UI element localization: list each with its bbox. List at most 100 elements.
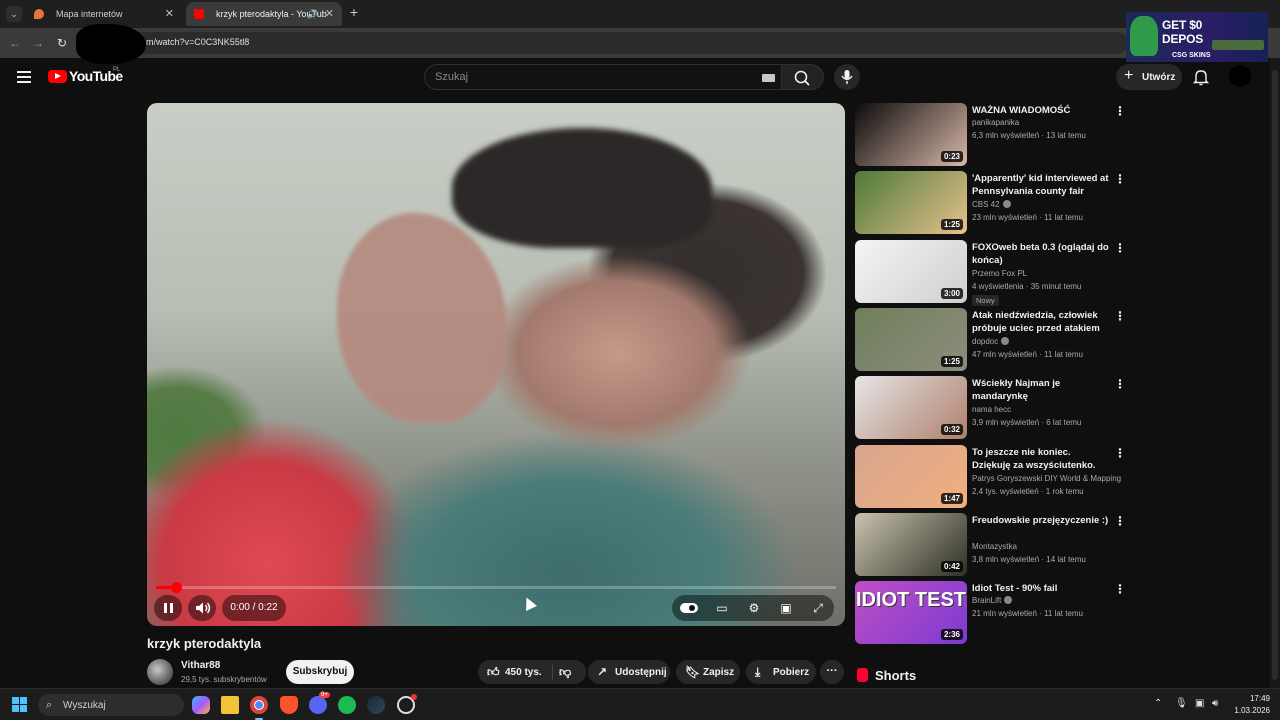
ad-banner[interactable]: GET $0 DEPOS CSG SKINS (1126, 12, 1268, 62)
video-title[interactable]: Freudowskie przejęzyczenie :) (972, 514, 1110, 527)
subtitles-icon[interactable]: ▭ (714, 601, 730, 615)
channel-name[interactable]: panikapanika (972, 118, 1019, 127)
download-button[interactable]: ⤓ Pobierz (746, 660, 816, 684)
volume-tray-icon[interactable]: 🔊︎ (1212, 698, 1218, 709)
channel-name[interactable]: CBS 42 (972, 200, 1011, 209)
video-title[interactable]: Wściekły Najman je mandarynkę (972, 377, 1110, 403)
video-thumbnail[interactable]: 0:32 (855, 376, 967, 439)
video-thumbnail[interactable]: 0:23 (855, 103, 967, 166)
voice-search-button[interactable] (834, 64, 860, 90)
more-options-icon[interactable]: ⋮ (1114, 515, 1126, 527)
chrome-icon[interactable] (250, 696, 268, 720)
url-text[interactable]: m/watch?v=C0C3NK55tl8 (146, 37, 249, 47)
recommended-video[interactable]: 1:47 To jeszcze nie koniec. Dziękuję za w… (855, 445, 1126, 509)
thumbs-down-icon[interactable]: 👎︎ (559, 664, 571, 680)
file-explorer-icon[interactable] (221, 696, 239, 714)
video-thumbnail[interactable]: 1:25 (855, 308, 967, 371)
page-scrollbar[interactable] (1270, 58, 1280, 688)
theater-mode-icon[interactable]: ▣ (778, 601, 794, 615)
channel-name[interactable]: Montazystka (972, 542, 1017, 551)
recommended-video[interactable]: 0:23 WAŻNA WIADOMOŚĆ panikapanika 6,3 mln w… (855, 103, 1126, 167)
search-input[interactable]: Szukaj (424, 64, 782, 90)
taskbar-search[interactable]: ⌕ Wyszukaj (38, 694, 184, 716)
new-tab-button[interactable]: + (346, 4, 362, 20)
map-pin-icon (34, 9, 44, 19)
youtube-logo-icon[interactable] (48, 70, 67, 83)
pause-button[interactable] (154, 595, 182, 621)
recommended-video[interactable]: 1:25 'Apparently' kid interviewed at Penn… (855, 171, 1126, 235)
microphone-tray-icon[interactable]: 🎙︎ (1175, 698, 1188, 709)
close-tab-icon[interactable]: ✕ (165, 2, 174, 26)
video-title[interactable]: 'Apparently' kid interviewed at Pennsylv… (972, 172, 1110, 198)
app-icon[interactable] (397, 694, 417, 714)
windows-start-icon[interactable] (12, 697, 28, 713)
more-options-icon[interactable]: ⋮ (1114, 105, 1126, 117)
video-thumbnail[interactable]: 1:25 (855, 171, 967, 234)
menu-icon[interactable] (17, 71, 31, 83)
reload-icon[interactable]: ↻ (53, 34, 71, 52)
tab-youtube[interactable]: krzyk pterodaktyla - YouTub 🔊 ✕ (186, 2, 342, 26)
channel-name[interactable]: nama hecc (972, 405, 1011, 414)
scrollbar-thumb[interactable] (1272, 70, 1278, 680)
video-thumbnail[interactable]: 0:42 (855, 513, 967, 576)
more-options-icon[interactable]: ⋮ (1114, 583, 1126, 595)
video-title[interactable]: FOXOweb beta 0.3 (oglądaj do końca) (972, 241, 1110, 267)
steam-icon[interactable] (367, 696, 385, 714)
autoplay-toggle[interactable] (680, 603, 698, 613)
more-options-icon[interactable]: ⋮ (1114, 447, 1126, 459)
account-avatar[interactable] (1229, 65, 1251, 87)
system-clock[interactable]: 17:49 1.03.2026 (1230, 693, 1270, 717)
thumbs-up-icon[interactable]: 👍︎ (487, 664, 500, 680)
channel-name[interactable]: Vithar88 (181, 660, 220, 671)
like-count[interactable]: 450 tys. (505, 667, 542, 678)
subscribe-button[interactable]: Subskrybuj (286, 660, 354, 684)
discord-icon[interactable]: 9+ (309, 692, 330, 714)
video-title[interactable]: Atak niedźwiedzia, człowiek próbuje ucie… (972, 309, 1110, 335)
video-thumbnail[interactable]: 3:00 (855, 240, 967, 303)
recommended-video[interactable]: 0:32 Wściekły Najman je mandarynkę nama he… (855, 376, 1126, 440)
video-thumbnail[interactable]: 1:47 (855, 445, 967, 508)
video-player[interactable]: 0:00 / 0:22 ▭ ⚙ ▣ ⤢ (147, 103, 845, 626)
channel-name[interactable]: Przemo Fox PL (972, 269, 1027, 278)
back-icon[interactable]: ← (6, 34, 24, 52)
volume-button[interactable] (188, 595, 216, 621)
fullscreen-icon[interactable]: ⤢ (810, 601, 826, 615)
video-thumbnail[interactable]: IDIOT TEST 2:36 (855, 581, 967, 644)
share-button[interactable]: ↗ Udostępnij (588, 660, 670, 684)
progress-scrubber[interactable] (171, 582, 182, 593)
speaker-icon[interactable]: 🔊 (307, 2, 318, 26)
more-options-icon[interactable]: ⋮ (1114, 173, 1126, 185)
channel-name[interactable]: Patrys Goryszewski DIY World & Mapping (972, 474, 1121, 483)
settings-gear-icon[interactable]: ⚙ (746, 601, 762, 615)
close-tab-icon[interactable]: ✕ (325, 2, 334, 26)
more-actions-button[interactable]: ··· (820, 660, 844, 684)
more-options-icon[interactable]: ⋮ (1114, 310, 1126, 322)
tab-search-button[interactable]: ⌄ (6, 6, 22, 22)
tab-mapa[interactable]: Mapa internetów ✕ (26, 2, 182, 26)
recommended-video[interactable]: IDIOT TEST 2:36 Idiot Test - 90% fail Brain… (855, 581, 1126, 645)
recommended-video[interactable]: 1:25 Atak niedźwiedzia, człowiek próbuje … (855, 308, 1126, 372)
copilot-icon[interactable] (192, 696, 210, 714)
forward-icon[interactable]: → (29, 34, 47, 52)
spotify-icon[interactable] (338, 696, 356, 714)
keyboard-icon[interactable] (762, 74, 775, 82)
channel-name[interactable]: BrainLift (972, 596, 1013, 605)
channel-avatar[interactable] (147, 659, 173, 685)
shorts-section-title[interactable]: Shorts (857, 668, 916, 683)
video-title[interactable]: WAŻNA WIADOMOŚĆ (972, 104, 1110, 117)
chevron-up-icon[interactable]: ⌃ (1154, 698, 1162, 709)
brave-icon[interactable] (280, 696, 298, 714)
recommended-video[interactable]: 3:00 FOXOweb beta 0.3 (oglądaj do końca) P… (855, 240, 1126, 306)
search-button[interactable] (782, 64, 824, 90)
progress-bar[interactable] (156, 582, 836, 593)
more-options-icon[interactable]: ⋮ (1114, 378, 1126, 390)
video-title[interactable]: To jeszcze nie koniec. Dziękuję za wszyś… (972, 446, 1110, 472)
video-title[interactable]: Idiot Test - 90% fail (972, 582, 1110, 595)
network-icon[interactable]: ▣ (1195, 698, 1204, 709)
recommended-video[interactable]: 0:42 Freudowskie przejęzyczenie :) Montazy… (855, 513, 1126, 577)
more-options-icon[interactable]: ⋮ (1114, 242, 1126, 254)
create-button[interactable]: + Utwórz (1116, 64, 1182, 90)
channel-name[interactable]: dopdoc (972, 337, 1010, 346)
save-button[interactable]: 🔖︎ Zapisz (676, 660, 740, 684)
notifications-bell-icon[interactable] (1192, 68, 1210, 86)
